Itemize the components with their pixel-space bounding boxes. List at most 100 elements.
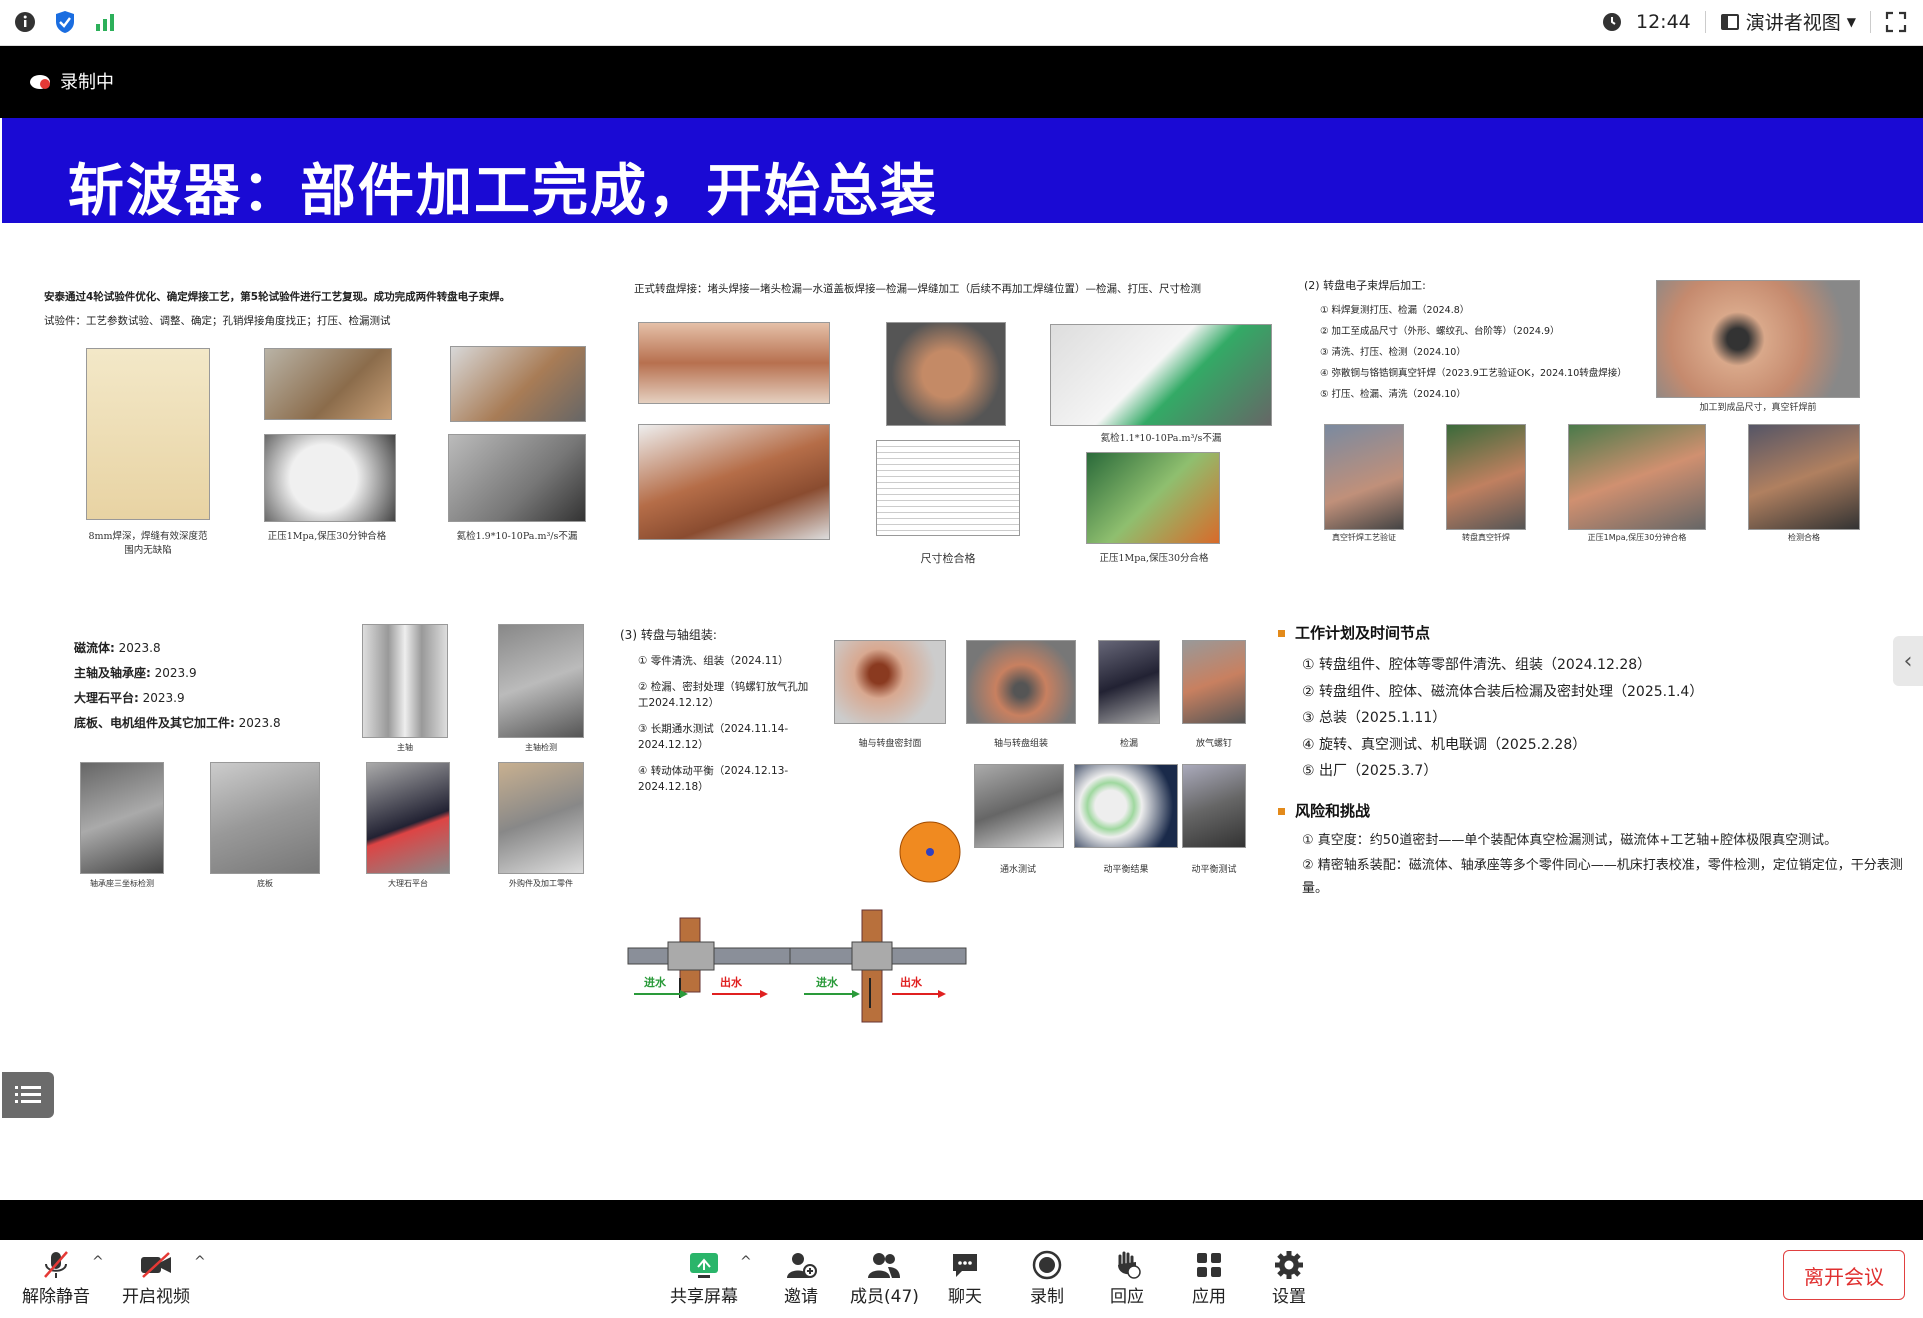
- fullscreen-icon[interactable]: [1885, 11, 1907, 33]
- s5-item: ③ 长期通水测试（2024.11.14-2024.12.12）: [638, 723, 789, 751]
- base-plate-photo: [210, 762, 320, 874]
- shaft-assembly-diagram: 进水 出水 进水 出水: [627, 821, 967, 1023]
- size-report-photo: [876, 440, 1020, 536]
- chat-icon: [953, 1254, 977, 1277]
- bullet-square-icon: [1278, 630, 1285, 637]
- chevron-down-icon: ▼: [1846, 14, 1856, 29]
- info-icon[interactable]: [14, 11, 36, 33]
- plan-item: ③ 总装（2025.1.11）: [1302, 710, 1447, 727]
- view-selector[interactable]: 演讲者视图 ▼: [1720, 8, 1856, 35]
- s4-caption: 主轴: [397, 743, 413, 752]
- balance-test-photo: [1182, 764, 1246, 848]
- chevron-left-icon: ‹: [1903, 648, 1913, 674]
- s5-item: ① 零件清洗、组装（2024.11）: [638, 655, 789, 667]
- risk-item: ① 真空度：约50道密封——单个装配体真空检漏测试，磁流体+工艺轴+腔体极限真空…: [1302, 833, 1838, 848]
- leak-test-photo: [1098, 640, 1160, 724]
- apps-button[interactable]: 应用: [1192, 1248, 1226, 1307]
- s5-heading: (3) 转盘与轴组装:: [620, 628, 717, 642]
- invite-button[interactable]: 邀请: [784, 1248, 818, 1307]
- shield-icon[interactable]: [54, 10, 76, 34]
- slide-title: 斩波器：部件加工完成，开始总装: [68, 159, 938, 224]
- disk-weld-photo: [638, 424, 830, 540]
- divider: [1870, 10, 1871, 33]
- record-icon: [1032, 1250, 1062, 1280]
- s1-caption-3: 氦检1.9*10-10Pa.m³/s不漏: [456, 531, 578, 542]
- s3-caption: 真空钎焊工艺验证: [1332, 533, 1396, 542]
- signal-icon[interactable]: [94, 12, 116, 32]
- outlet-label: 出水: [900, 975, 923, 989]
- side-panel-toggle[interactable]: ‹: [1893, 636, 1923, 686]
- unmute-button[interactable]: 解除静音: [22, 1248, 90, 1307]
- plan-item: ② 转盘组件、腔体、磁流体合装后检漏及密封处理（2025.1.4）: [1302, 683, 1704, 700]
- plan-list: ① 转盘组件、腔体等零部件清洗、组装（2024.12.28） ② 转盘组件、腔体…: [1302, 652, 1703, 785]
- slide-list-button[interactable]: [2, 1072, 54, 1118]
- meeting-toolbar: 解除静音 ^ 开启视频 ^ 共享屏幕 ^ 邀请 成员(47) 聊天 录制 回应 …: [0, 1240, 1923, 1318]
- parts-photo: [498, 762, 584, 874]
- plan-item: ① 转盘组件、腔体等零部件清洗、组装（2024.12.28）: [1302, 657, 1652, 673]
- react-button[interactable]: 回应: [1110, 1248, 1144, 1307]
- marble-platform-photo: [366, 762, 450, 874]
- s4-caption: 大理石平台: [388, 879, 428, 888]
- bearing-cmm-photo: [80, 762, 164, 874]
- audio-options-caret[interactable]: ^: [92, 1254, 104, 1270]
- leave-meeting-button[interactable]: 离开会议: [1783, 1250, 1905, 1300]
- settings-button[interactable]: 设置: [1272, 1248, 1306, 1307]
- s3-item: ④ 弥散铜与铬锆铜真空钎焊（2023.9工艺验证OK，2024.10转盘焊接）: [1320, 368, 1627, 379]
- share-options-caret[interactable]: ^: [740, 1254, 752, 1270]
- pressure-test-photo: [264, 434, 396, 522]
- s3-caption: 正压1Mpa,保压30分钟合格: [1587, 533, 1687, 542]
- share-screen-button[interactable]: 共享屏幕: [670, 1248, 738, 1307]
- s1-caption-2: 正压1Mpa,保压30分钟合格: [267, 531, 387, 542]
- record-button[interactable]: 录制: [1030, 1248, 1064, 1307]
- mic-off-icon: [44, 1251, 68, 1278]
- s5-caption: 放气螺钉: [1195, 739, 1232, 749]
- risk-item: ② 精密轴系装配：磁流体、轴承座等多个零件同心——机床打表校准，零件检测，定位销…: [1302, 857, 1903, 896]
- s4-line: 底板、电机组件及其它加工件: 2023.8: [74, 716, 281, 730]
- start-video-button[interactable]: 开启视频: [122, 1248, 190, 1307]
- share-screen-icon: [690, 1253, 718, 1278]
- s1-intro: 安泰通过4轮试验件优化、确定焊接工艺，第5轮试验件进行工艺复现。成功完成两件转盘…: [44, 291, 511, 303]
- s4-caption: 主轴检测: [525, 743, 557, 752]
- s4-caption: 外购件及加工零件: [509, 879, 573, 888]
- chat-button[interactable]: 聊天: [948, 1248, 982, 1307]
- outlet-label: 出水: [720, 975, 743, 989]
- recording-indicator[interactable]: 录制中: [28, 68, 114, 94]
- s5-caption: 通水测试: [999, 865, 1036, 875]
- view-label: 演讲者视图: [1745, 12, 1841, 34]
- layout-icon: [1720, 12, 1740, 32]
- s3-item: ③ 清洗、打压、检测（2024.10）: [1320, 347, 1466, 358]
- balance-result-photo: [1074, 764, 1178, 848]
- s2-heading: 正式转盘焊接：堵头焊接—堵头检漏—水道盖板焊接—检漏—焊缝加工（后续不再加工焊缝…: [634, 283, 1201, 295]
- disk-weld-photo: [638, 322, 830, 404]
- s1-sub: 试验件：工艺参数试验、调整、确定；孔销焊接角度找正；打压、检漏测试: [44, 315, 391, 327]
- s3-caption: 检测合格: [1788, 533, 1820, 542]
- s4-list: 磁流体: 2023.8 主轴及轴承座: 2023.9 大理石平台: 2023.9…: [74, 636, 281, 736]
- s3-item: ① 料焊复测打压、检漏（2024.8）: [1320, 305, 1470, 316]
- bottom-strip: [0, 1200, 1923, 1240]
- video-off-icon: [141, 1252, 171, 1278]
- plan-item: ④ 旋转、真空测试、机电联调（2025.2.28）: [1302, 736, 1587, 753]
- s3-item: ② 加工至成品尺寸（外形、螺纹孔、台阶等）（2024.9）: [1320, 326, 1560, 337]
- plan-item: ⑤ 出厂（2025.3.7）: [1302, 763, 1438, 780]
- shaft-photo: [362, 624, 448, 738]
- inlet-label: 进水: [644, 975, 667, 989]
- risk-heading: 风险和挑战: [1278, 800, 1370, 821]
- members-icon: [868, 1253, 901, 1278]
- seal-face-photo: [834, 640, 946, 724]
- s3-item: ⑤ 打压、检漏、清洗（2024.10）: [1320, 389, 1466, 400]
- s4-caption: 轴承座三坐标检测: [90, 879, 154, 888]
- shared-slide: 斩波器：部件加工完成，开始总装 安泰通过4轮试验件优化、确定焊接工艺，第5轮试验…: [2, 118, 1923, 1200]
- meeting-time: 12:44: [1635, 10, 1691, 33]
- finished-disk-photo: [1656, 280, 1860, 398]
- s3-heading: (2) 转盘电子束焊后加工:: [1304, 279, 1426, 292]
- inspection-photo: [1748, 424, 1860, 530]
- inlet-label: 进水: [816, 975, 839, 989]
- shaft-disk-assembly-photo: [966, 640, 1076, 724]
- members-button[interactable]: 成员(47): [850, 1248, 919, 1307]
- plan-heading: 工作计划及时间节点: [1278, 622, 1430, 643]
- hand-icon: [1118, 1251, 1141, 1279]
- video-options-caret[interactable]: ^: [194, 1254, 206, 1270]
- divider: [1704, 10, 1706, 33]
- list-icon: [15, 1086, 41, 1103]
- bullet-square-icon: [1278, 808, 1285, 815]
